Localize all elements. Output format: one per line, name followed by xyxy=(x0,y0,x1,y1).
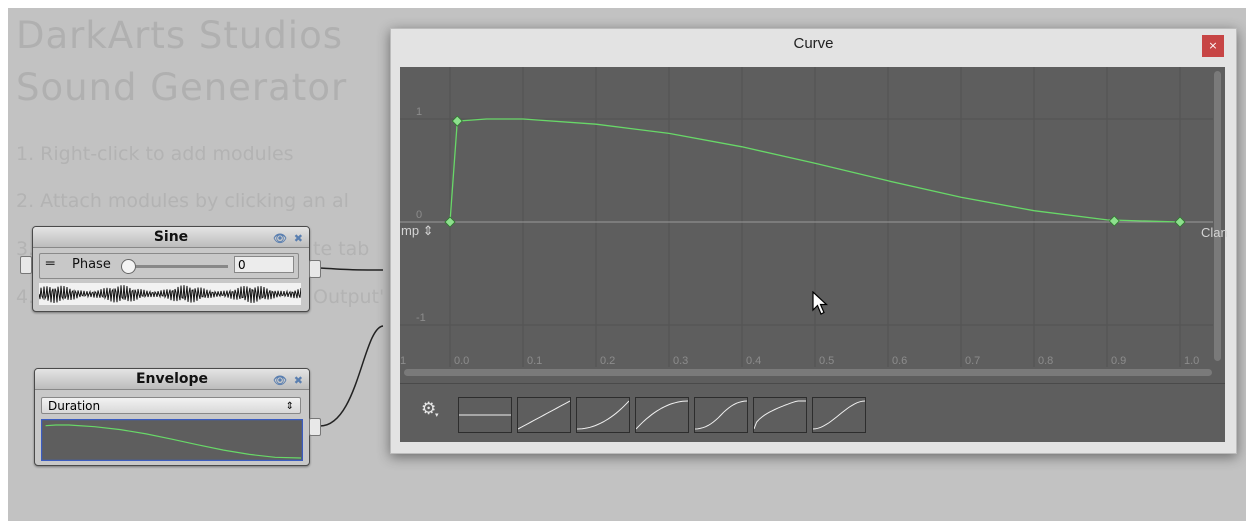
x-tick-label: 0.9 xyxy=(1111,355,1126,367)
close-window-button[interactable]: × xyxy=(1202,35,1224,57)
x-tick-label: 0.3 xyxy=(673,355,688,367)
x-tick-label: 0.6 xyxy=(892,355,907,367)
duration-label: Duration xyxy=(48,399,101,413)
preset-ease-out[interactable] xyxy=(635,397,689,433)
phase-value-field[interactable]: 0 xyxy=(234,256,294,273)
sine-node-header[interactable]: Sine 👁 ✖ xyxy=(33,227,309,248)
horizontal-scrollbar[interactable] xyxy=(404,369,1212,376)
y-tick-label: 0 xyxy=(416,209,422,221)
preset-constant[interactable] xyxy=(458,397,512,433)
sine-node-title: Sine xyxy=(153,229,189,245)
envelope-node[interactable]: Envelope 👁 ✖ Duration ⇕ xyxy=(34,368,310,466)
preset-steps[interactable] xyxy=(753,397,807,433)
sine-output-port[interactable] xyxy=(309,260,321,278)
x-tick-label: 0.1 xyxy=(527,355,542,367)
envelope-output-wire xyxy=(319,325,384,427)
sine-waveform-preview xyxy=(39,283,301,305)
dropdown-caret-icon: ▾ xyxy=(435,411,439,419)
curve-chart[interactable]: 1 0.0 0.1 0.2 0.3 0.4 0.5 0.6 0.7 0.8 0.9 1.0 1 0 -1 xyxy=(400,67,1225,383)
preset-ease-in-out-s[interactable] xyxy=(694,397,748,433)
sound-generator-canvas[interactable]: DarkArts Studios Sound Generator 1. Righ… xyxy=(8,8,1246,521)
post-wrap-mode-label[interactable]: Clan xyxy=(1201,225,1228,240)
phase-label: Phase xyxy=(72,257,111,272)
x-tick-label: 0.4 xyxy=(746,355,761,367)
mouse-cursor-icon xyxy=(812,291,829,315)
sine-node[interactable]: Sine 👁 ✖ ═ Phase 0 xyxy=(32,226,310,312)
close-icon[interactable]: ✖ xyxy=(294,229,303,249)
envelope-output-port[interactable] xyxy=(309,418,321,436)
sine-output-wire xyxy=(319,267,384,271)
phase-slider-track[interactable] xyxy=(124,265,228,268)
envelope-node-header[interactable]: Envelope 👁 ✖ xyxy=(35,369,309,390)
sine-input-port[interactable] xyxy=(20,256,32,274)
preset-ease-in-out[interactable] xyxy=(812,397,866,433)
preset-ease-in[interactable] xyxy=(576,397,630,433)
phase-slider-thumb[interactable] xyxy=(121,259,136,274)
x-tick-label: 1 xyxy=(400,355,406,367)
drag-handle-icon[interactable]: ═ xyxy=(46,256,54,272)
close-icon[interactable]: ✖ xyxy=(294,371,303,391)
x-tick-label: 0.8 xyxy=(1038,355,1053,367)
eye-icon[interactable]: 👁 xyxy=(273,229,287,249)
keyframe-point[interactable] xyxy=(444,216,456,228)
vertical-scrollbar[interactable] xyxy=(1214,71,1221,361)
x-tick-label: 0.5 xyxy=(819,355,834,367)
gear-icon[interactable]: ⚙ xyxy=(421,399,436,419)
curve-window-title: Curve xyxy=(793,35,834,52)
x-tick-label: 0.7 xyxy=(965,355,980,367)
y-tick-label: 1 xyxy=(416,106,422,118)
envelope-curve-preview[interactable] xyxy=(41,419,303,461)
envelope-node-title: Envelope xyxy=(135,371,209,387)
x-tick-label: 0.0 xyxy=(454,355,469,367)
curve-plot-area[interactable]: 1 0.0 0.1 0.2 0.3 0.4 0.5 0.6 0.7 0.8 0.9 1.0 1 0 -1 m… xyxy=(400,67,1228,383)
y-tick-label: -1 xyxy=(416,312,426,324)
pre-wrap-mode-label[interactable]: mp ⇕ xyxy=(401,223,434,239)
duration-dropdown[interactable]: Duration ⇕ xyxy=(41,397,301,414)
keyframe-point[interactable] xyxy=(1174,216,1186,228)
preset-linear[interactable] xyxy=(517,397,571,433)
curve-editor-window[interactable]: Curve × 1 0.0 0.1 0.2 0.3 0.4 0.5 0.6 0.7 0.8 0.9 1… xyxy=(390,28,1237,454)
phase-row: ═ Phase 0 xyxy=(39,253,299,279)
keyframe-point[interactable] xyxy=(451,115,463,127)
curve-preset-bar: ⚙ ▾ xyxy=(400,383,1225,442)
dropdown-arrows-icon: ⇕ xyxy=(285,401,294,412)
x-tick-label: 0.2 xyxy=(600,355,615,367)
eye-icon[interactable]: 👁 xyxy=(273,371,287,391)
keyframe-point[interactable] xyxy=(1108,215,1120,227)
x-tick-label: 1.0 xyxy=(1184,355,1199,367)
